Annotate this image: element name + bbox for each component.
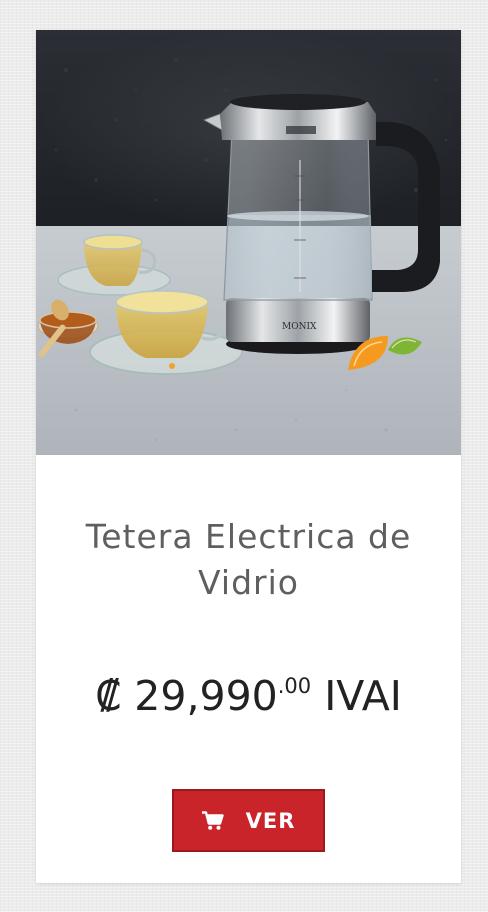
product-card: MONIX Tetera Electrica de Vidrio ₡ 29,99… (36, 30, 461, 883)
kettle-brand-text: MONIX (282, 322, 317, 332)
product-price: ₡ 29,990.00 IVAI (36, 666, 461, 726)
view-button-label: VER (245, 808, 296, 833)
product-title[interactable]: Tetera Electrica de Vidrio (46, 514, 451, 606)
price-decimals: .00 (277, 674, 312, 698)
kettle-photo: MONIX (36, 30, 461, 455)
shopping-cart-icon (201, 810, 224, 830)
view-product-button[interactable]: VER (172, 789, 325, 852)
currency-symbol: ₡ (95, 672, 122, 720)
price-amount: 29,990 (134, 672, 278, 720)
product-image[interactable]: MONIX (36, 30, 461, 455)
tax-suffix: IVAI (324, 672, 402, 720)
